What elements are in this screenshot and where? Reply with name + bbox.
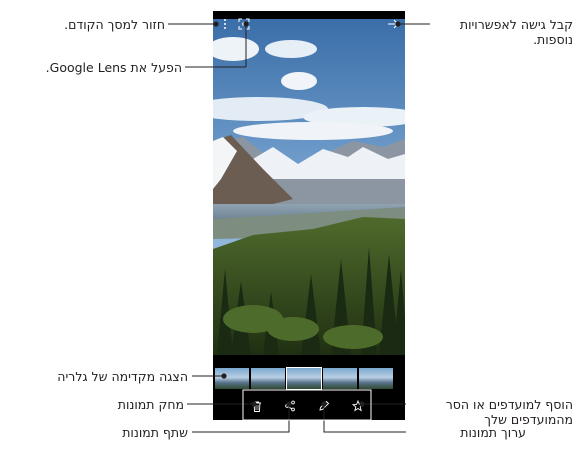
delete-callout-label: מחק תמונות <box>117 397 184 412</box>
gallery-preview-callout-label: הצגה מקדימה של גלריה <box>57 369 188 384</box>
favorites-callout-line1: הוסף למועדפים או הסר <box>445 397 573 412</box>
more-options-callout-line1: קבל גישה לאפשרויות <box>459 17 573 32</box>
back-callout-label: חזור למסך הקודם. <box>64 17 165 32</box>
more-options-callout-line2: נוספות. <box>533 32 573 47</box>
more-options-callout-label: קבל גישה לאפשרויות נוספות. <box>460 17 573 47</box>
edit-callout-label: ערוך תמונות <box>460 425 526 440</box>
share-callout-label: שתף תמונות <box>122 425 188 440</box>
favorites-callout-label: הוסף למועדפים או הסר מהמועדפים שלך <box>446 397 573 427</box>
lens-callout-label: הפעל את Google Lens. <box>45 60 182 75</box>
